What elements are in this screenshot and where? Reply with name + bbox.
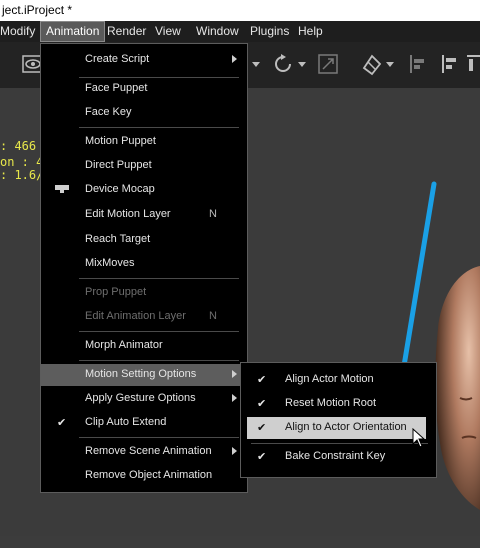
menu-item-prop-puppet: Prop Puppet <box>85 286 147 298</box>
submenu-item-reset-motion-root[interactable]: ✔ Reset Motion Root <box>241 393 436 415</box>
chevron-down-icon[interactable] <box>298 62 306 68</box>
checkmark-icon: ✔ <box>257 398 267 410</box>
menu-plugins[interactable]: Plugins <box>245 21 294 42</box>
menu-item-direct-puppet[interactable]: Direct Puppet <box>41 155 247 177</box>
shortcut-label: N <box>209 310 217 322</box>
submenu-item-align-actor-motion[interactable]: ✔ Align Actor Motion <box>241 369 436 391</box>
menu-item-mixmoves[interactable]: MixMoves <box>41 253 247 275</box>
menu-item-create-script[interactable]: Create Script <box>41 49 247 71</box>
align-left-icon[interactable] <box>408 54 428 74</box>
menu-item-face-key[interactable]: Face Key <box>41 102 247 124</box>
menu-item-clip-auto-extend[interactable]: ✔ Clip Auto Extend <box>41 412 247 434</box>
eraser-icon[interactable] <box>360 52 384 76</box>
submenu-arrow-icon <box>232 447 237 455</box>
window-title: ject.iProject * <box>2 3 73 17</box>
menu-item-face-puppet[interactable]: Face Puppet <box>41 78 247 100</box>
shortcut-label: N <box>209 208 217 220</box>
menu-divider <box>79 331 239 332</box>
checkmark-icon: ✔ <box>257 451 267 463</box>
submenu-item-align-to-actor-orientation[interactable]: ✔ Align to Actor Orientation <box>247 417 426 439</box>
hud-line-1: : 466 <box>0 139 37 153</box>
checkmark-icon: ✔ <box>257 374 267 386</box>
menu-window[interactable]: Window <box>191 21 244 42</box>
submenu-arrow-icon <box>232 394 237 402</box>
align-right-icon[interactable] <box>440 54 460 74</box>
animation-menu: Create Script Face Puppet Face Key Motio… <box>40 43 248 493</box>
menu-item-remove-object-animation[interactable]: Remove Object Animation <box>41 465 247 487</box>
menu-bar: Modify Animation Render View Window Plug… <box>0 21 480 42</box>
mouse-cursor-icon <box>412 428 426 448</box>
checkmark-icon: ✔ <box>257 422 267 434</box>
menu-divider <box>79 360 239 361</box>
submenu-item-bake-constraint-key[interactable]: ✔ Bake Constraint Key <box>241 446 436 468</box>
menu-divider <box>251 443 428 444</box>
menu-item-apply-gesture-options[interactable]: Apply Gesture Options <box>41 388 247 410</box>
menu-item-motion-setting-options[interactable]: Motion Setting Options <box>41 364 247 386</box>
checkmark-icon: ✔ <box>57 417 67 429</box>
menu-divider <box>79 278 239 279</box>
align-top-icon[interactable] <box>466 54 480 74</box>
chevron-down-icon[interactable] <box>386 62 394 68</box>
menu-item-edit-motion-layer[interactable]: Edit Motion Layer N <box>41 204 247 226</box>
motion-setting-submenu: ✔ Align Actor Motion ✔ Reset Motion Root… <box>240 362 437 478</box>
menu-divider <box>79 127 239 128</box>
menu-view[interactable]: View <box>150 21 186 42</box>
menu-item-reach-target[interactable]: Reach Target <box>41 229 247 251</box>
rotate-icon[interactable] <box>272 53 294 75</box>
submenu-arrow-icon <box>232 370 237 378</box>
submenu-arrow-icon <box>232 55 237 63</box>
menu-render[interactable]: Render <box>102 21 151 42</box>
menu-animation[interactable]: Animation <box>40 21 106 42</box>
menu-item-motion-puppet[interactable]: Motion Puppet <box>41 131 247 153</box>
chevron-down-icon[interactable] <box>252 62 260 68</box>
mocap-device-icon <box>55 185 69 193</box>
menu-item-remove-scene-animation[interactable]: Remove Scene Animation <box>41 441 247 463</box>
menu-item-device-mocap[interactable]: Device Mocap <box>41 179 247 201</box>
menu-divider <box>79 437 239 438</box>
title-bar: ject.iProject * <box>0 0 480 21</box>
menu-modify[interactable]: Modify <box>0 21 40 42</box>
menu-help[interactable]: Help <box>293 21 328 42</box>
menu-item-morph-animator[interactable]: Morph Animator <box>41 335 247 357</box>
menu-item-edit-animation-layer: Edit Animation Layer N <box>85 310 217 322</box>
fit-icon[interactable] <box>318 54 338 74</box>
